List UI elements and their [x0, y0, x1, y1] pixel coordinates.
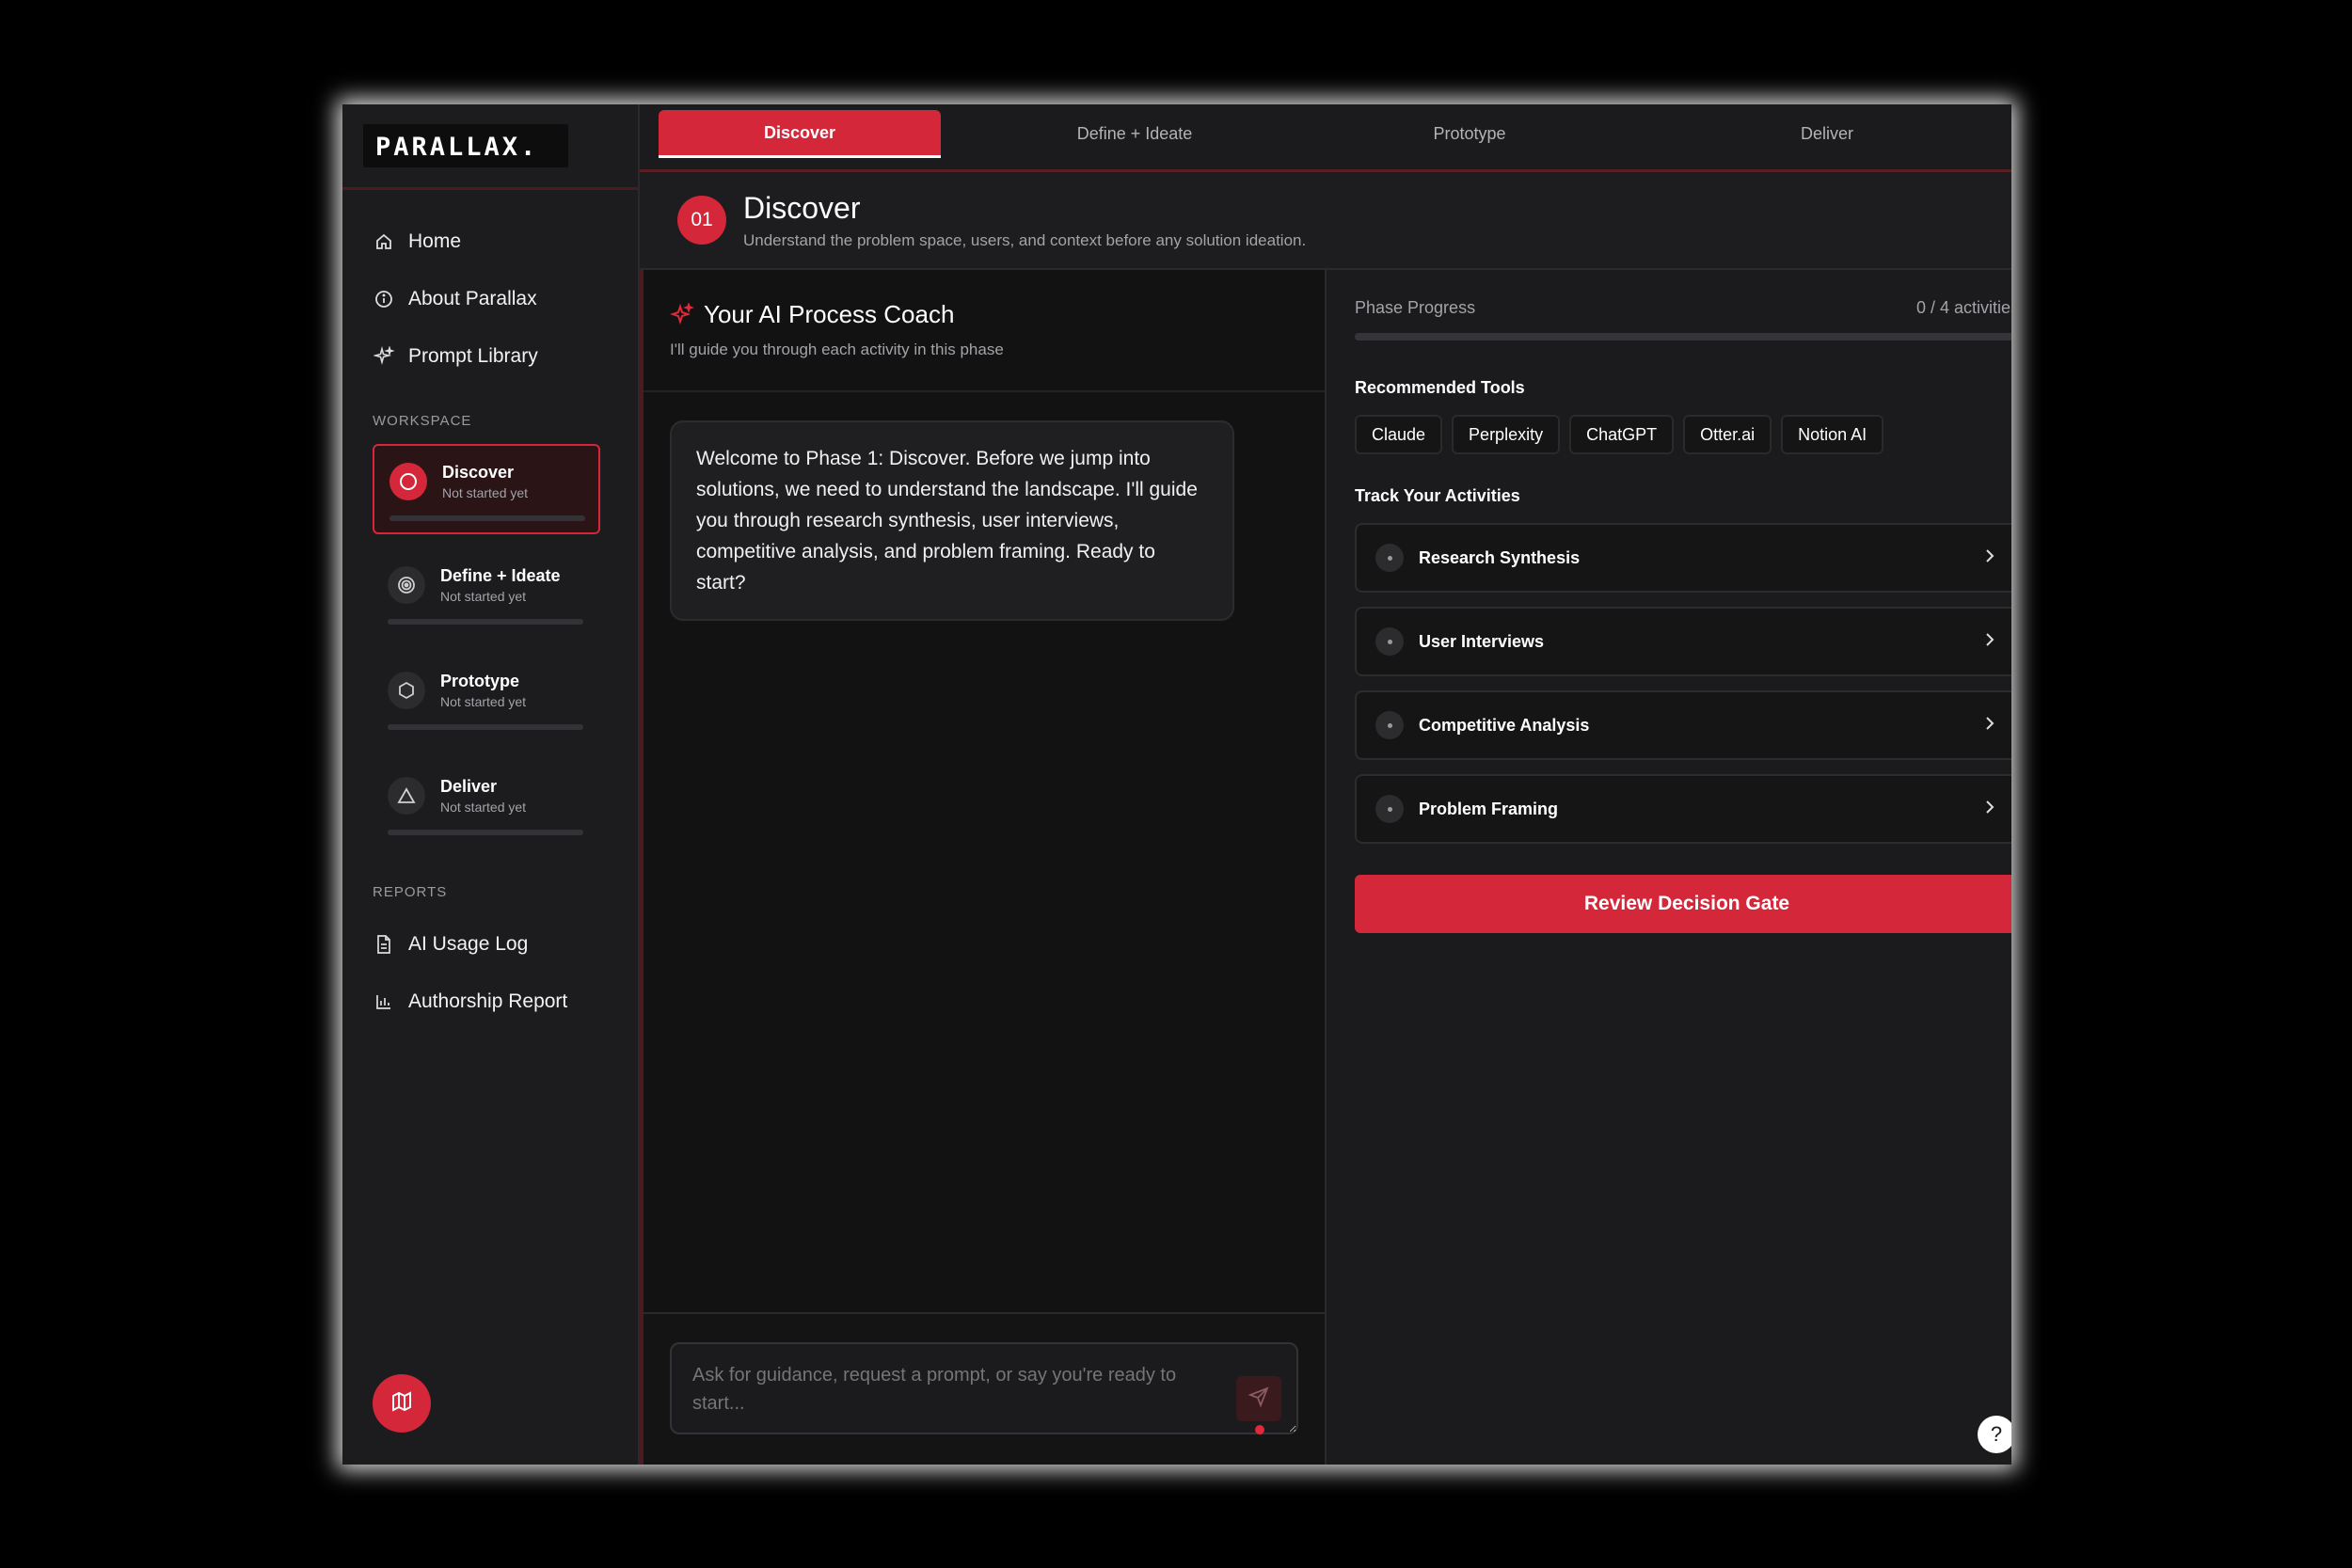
coach-header: Your AI Process Coach I'll guide you thr…	[644, 270, 1325, 392]
sparkle-icon	[670, 302, 694, 327]
nav-label: Home	[408, 230, 462, 252]
home-icon	[373, 230, 395, 253]
svg-text:PARALLAX.: PARALLAX.	[375, 133, 538, 160]
activity-name: User Interviews	[1419, 631, 1545, 651]
send-icon	[1248, 1386, 1269, 1412]
review-decision-gate-button[interactable]: Review Decision Gate	[1355, 875, 2011, 933]
content-area: Your AI Process Coach I'll guide you thr…	[640, 270, 2011, 1465]
nav-label: About Parallax	[408, 287, 537, 309]
activity-research-synthesis[interactable]: Research Synthesis	[1355, 523, 2011, 593]
activity-status-icon	[1375, 627, 1404, 656]
phase-item-discover[interactable]: Discover Not started yet	[373, 444, 600, 534]
phase-progress-bar	[388, 619, 583, 625]
sidebar: PARALLAX. Home About Parallax Prompt Lib…	[342, 104, 640, 1465]
progress-count: 0 / 4 activities	[1915, 298, 2011, 317]
phase-progress-bar	[1355, 333, 2011, 341]
nav-label: Prompt Library	[408, 344, 538, 367]
phase-name: Define + Ideate	[440, 566, 561, 585]
tool-chip-perplexity[interactable]: Perplexity	[1452, 415, 1561, 454]
page-subtitle: Understand the problem space, users, and…	[743, 230, 1307, 249]
tool-chip-notion-ai[interactable]: Notion AI	[1781, 415, 1884, 454]
nav-authorship-report[interactable]: Authorship Report	[342, 973, 638, 1030]
page-title: Discover	[743, 190, 861, 225]
progress-label: Phase Progress	[1355, 298, 1476, 317]
tab-prototype[interactable]: Prototype	[1328, 110, 1611, 158]
tab-discover[interactable]: Discover	[659, 110, 941, 158]
phase-name: Deliver	[440, 777, 498, 796]
phase-progress-bar	[388, 830, 583, 835]
circle-icon	[389, 463, 427, 500]
chat-input[interactable]	[670, 1342, 1298, 1434]
coach-message: Welcome to Phase 1: Discover. Before we …	[670, 420, 1234, 621]
sparkle-icon	[373, 345, 395, 368]
nav-home[interactable]: Home	[342, 213, 638, 270]
nav-about[interactable]: About Parallax	[342, 270, 638, 327]
info-icon	[373, 288, 395, 310]
activity-status-icon	[1375, 795, 1404, 823]
coach-chat: Your AI Process Coach I'll guide you thr…	[640, 270, 1327, 1465]
chevron-right-icon	[1983, 715, 1996, 736]
chat-composer	[644, 1312, 1325, 1465]
phase-item-deliver[interactable]: Deliver Not started yet	[373, 760, 600, 850]
activity-status-icon	[1375, 711, 1404, 739]
help-button[interactable]: ?	[1978, 1416, 2011, 1453]
phase-item-prototype[interactable]: Prototype Not started yet	[373, 655, 600, 745]
workspace-label: WORKSPACE	[373, 413, 472, 429]
tool-chip-claude[interactable]: Claude	[1355, 415, 1443, 454]
activity-name: Problem Framing	[1419, 799, 1559, 818]
map-button[interactable]	[373, 1374, 431, 1433]
tool-chip-otter[interactable]: Otter.ai	[1683, 415, 1772, 454]
tool-chip-chatgpt[interactable]: ChatGPT	[1569, 415, 1675, 454]
app-window: PARALLAX. Home About Parallax Prompt Lib…	[342, 104, 2011, 1465]
phase-status: Not started yet	[440, 589, 527, 604]
activity-competitive-analysis[interactable]: Competitive Analysis	[1355, 690, 2011, 760]
phase-name: Prototype	[440, 672, 520, 690]
phase-progress-bar	[388, 724, 583, 730]
chevron-right-icon	[1983, 799, 1996, 820]
logo-area: PARALLAX.	[342, 104, 638, 190]
nav-label: AI Usage Log	[408, 932, 529, 955]
activity-status-icon	[1375, 544, 1404, 572]
logo-wordmark: PARALLAX.	[375, 133, 538, 160]
nav-prompt-library[interactable]: Prompt Library	[342, 327, 638, 385]
chevron-right-icon	[1983, 547, 1996, 569]
nav-label: Authorship Report	[408, 990, 568, 1012]
chevron-right-icon	[1983, 631, 1996, 653]
activity-name: Competitive Analysis	[1419, 715, 1590, 735]
status-dot	[1255, 1425, 1264, 1434]
phase-status: Not started yet	[440, 694, 527, 709]
document-icon	[373, 933, 395, 956]
coach-subtitle: I'll guide you through each activity in …	[670, 341, 1004, 358]
activities-heading: Track Your Activities	[1355, 486, 1520, 505]
send-button[interactable]	[1236, 1376, 1281, 1421]
coach-title: Your AI Process Coach	[704, 300, 955, 328]
nav-ai-usage-log[interactable]: AI Usage Log	[342, 915, 638, 973]
phase-name: Discover	[442, 463, 515, 482]
triangle-icon	[388, 777, 425, 815]
bar-chart-icon	[373, 990, 395, 1013]
main-nav: Home About Parallax Prompt Library	[342, 190, 638, 385]
phase-panel: Phase Progress 0 / 4 activities Recommen…	[1327, 270, 2011, 1465]
phase-status: Not started yet	[442, 485, 529, 500]
phase-header: 01 Discover Understand the problem space…	[640, 172, 2011, 270]
phase-item-define-ideate[interactable]: Define + Ideate Not started yet	[373, 549, 600, 640]
phase-progress-bar	[389, 515, 585, 521]
target-icon	[388, 566, 425, 604]
tab-deliver[interactable]: Deliver	[1611, 110, 2011, 158]
tools-list: Claude Perplexity ChatGPT Otter.ai Notio…	[1355, 415, 2011, 454]
tab-define-ideate[interactable]: Define + Ideate	[941, 110, 1328, 158]
main-area: Discover Define + Ideate Prototype Deliv…	[640, 104, 2011, 1465]
activity-user-interviews[interactable]: User Interviews	[1355, 607, 2011, 676]
phase-number-badge: 01	[677, 196, 726, 245]
activity-problem-framing[interactable]: Problem Framing	[1355, 774, 2011, 844]
parallax-logo[interactable]: PARALLAX.	[363, 124, 568, 167]
map-icon	[390, 1390, 413, 1418]
reports-label: REPORTS	[373, 884, 448, 900]
phase-tabs: Discover Define + Ideate Prototype Deliv…	[640, 104, 2011, 172]
phase-status: Not started yet	[440, 800, 527, 815]
hexagon-icon	[388, 672, 425, 709]
activity-name: Research Synthesis	[1419, 547, 1581, 567]
tools-heading: Recommended Tools	[1355, 378, 1525, 397]
